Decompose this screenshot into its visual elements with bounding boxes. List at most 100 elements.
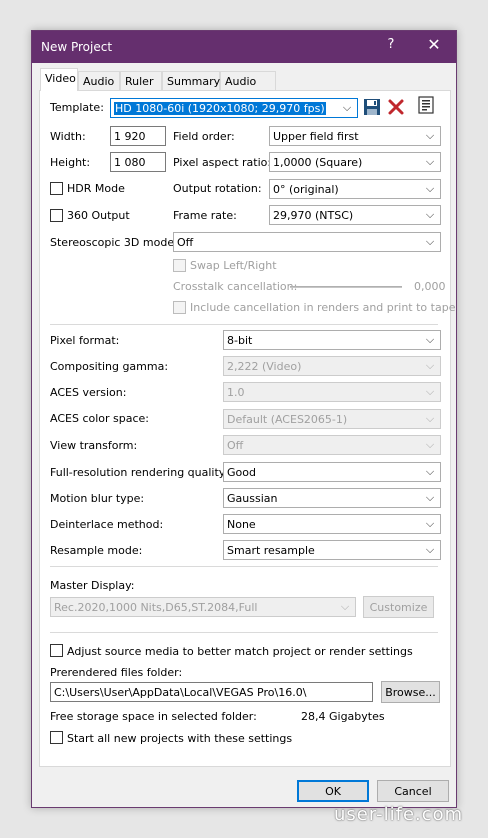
start-all-checkbox[interactable] (50, 731, 63, 744)
include-cancellation-checkbox[interactable] (173, 301, 186, 314)
window-title: New Project (41, 40, 113, 54)
frame-rate-label: Frame rate: (173, 209, 237, 222)
delete-template-button[interactable] (386, 97, 406, 117)
compositing-gamma-combo[interactable]: 2,222 (Video) ⌵ (223, 356, 441, 376)
aces-color-space-combo[interactable]: Default (ACES2065-1) ⌵ (223, 409, 441, 429)
frame-rate-value: 29,970 (NTSC) (273, 209, 354, 222)
field-order-combo[interactable]: Upper field first ⌵ (269, 126, 441, 146)
deinterlace-value: None (227, 518, 256, 531)
deinterlace-label: Deinterlace method: (50, 518, 164, 531)
height-input[interactable]: 1 080 (110, 152, 166, 172)
save-template-button[interactable] (362, 97, 382, 117)
master-display-value: Rec.2020,1000 Nits,D65,ST.2084,Full (54, 601, 258, 614)
compositing-gamma-value: 2,222 (Video) (227, 360, 302, 373)
width-label: Width: (50, 130, 86, 143)
adjust-source-label: Adjust source media to better match proj… (67, 645, 413, 658)
view-transform-label: View transform: (50, 439, 138, 452)
height-label: Height: (50, 156, 91, 169)
master-display-combo[interactable]: Rec.2020,1000 Nits,D65,ST.2084,Full ⌵ (50, 597, 356, 617)
stereo-3d-label: Stereoscopic 3D mode: (50, 236, 178, 249)
cancel-button[interactable]: Cancel (377, 780, 449, 802)
separator (50, 566, 438, 567)
chevron-down-icon: ⌵ (340, 600, 350, 613)
chevron-down-icon: ⌵ (342, 101, 352, 114)
full-res-quality-label: Full-resolution rendering quality: (50, 466, 229, 479)
separator (50, 324, 438, 325)
tab-ruler[interactable]: Ruler (120, 71, 162, 90)
chevron-down-icon: ⌵ (425, 182, 435, 195)
aces-version-label: ACES version: (50, 386, 127, 399)
chevron-down-icon: ⌵ (425, 208, 435, 221)
watermark-text: user-life.com (334, 804, 464, 825)
hdr-mode-label: HDR Mode (67, 182, 125, 195)
crosstalk-slider[interactable] (290, 286, 402, 288)
output-rotation-combo[interactable]: 0° (original) ⌵ (269, 179, 441, 199)
output-rotation-value: 0° (original) (273, 183, 339, 196)
tab-video[interactable]: Video (40, 68, 78, 91)
separator (50, 632, 438, 633)
tab-audio[interactable]: Audio (78, 71, 120, 90)
chevron-down-icon: ⌵ (425, 517, 435, 530)
pixel-aspect-label: Pixel aspect ratio: (173, 156, 272, 169)
adjust-source-checkbox[interactable] (50, 644, 63, 657)
output-rotation-label: Output rotation: (173, 182, 262, 195)
pixel-aspect-combo[interactable]: 1,0000 (Square) ⌵ (269, 152, 441, 172)
browse-button[interactable]: Browse... (381, 681, 440, 703)
field-order-label: Field order: (173, 130, 235, 143)
customize-button[interactable]: Customize (363, 596, 434, 618)
width-input[interactable]: 1 920 (110, 126, 166, 146)
compositing-gamma-label: Compositing gamma: (50, 360, 169, 373)
crosstalk-value: 0,000 (414, 280, 446, 293)
chevron-down-icon: ⌵ (425, 543, 435, 556)
close-button[interactable]: ✕ (426, 35, 442, 55)
chevron-down-icon: ⌵ (425, 412, 435, 425)
prerendered-folder-input[interactable]: C:\Users\User\AppData\Local\VEGAS Pro\16… (50, 682, 373, 702)
template-value: HD 1080-60i (1920x1080; 29,970 fps) (114, 102, 326, 115)
prerendered-folder-label: Prerendered files folder: (50, 666, 183, 679)
pixel-aspect-value: 1,0000 (Square) (273, 156, 363, 169)
resample-combo[interactable]: Smart resample ⌵ (223, 540, 441, 560)
aces-version-combo[interactable]: 1.0 ⌵ (223, 382, 441, 402)
motion-blur-label: Motion blur type: (50, 492, 145, 505)
motion-blur-combo[interactable]: Gaussian ⌵ (223, 488, 441, 508)
view-transform-value: Off (227, 439, 244, 452)
free-storage-value: 28,4 Gigabytes (301, 710, 385, 723)
view-transform-combo[interactable]: Off ⌵ (223, 435, 441, 455)
hdr-mode-checkbox[interactable] (50, 182, 63, 195)
stereo-3d-value: Off (177, 236, 194, 249)
template-properties-button[interactable] (416, 95, 436, 115)
output-360-checkbox[interactable] (50, 209, 63, 222)
pixel-format-label: Pixel format: (50, 334, 120, 347)
tab-summary[interactable]: Summary (162, 71, 220, 90)
full-res-quality-combo[interactable]: Good ⌵ (223, 462, 441, 482)
chevron-down-icon: ⌵ (425, 385, 435, 398)
resample-label: Resample mode: (50, 544, 143, 557)
chevron-down-icon: ⌵ (425, 235, 435, 248)
full-res-quality-value: Good (227, 466, 256, 479)
free-storage-label: Free storage space in selected folder: (50, 710, 257, 723)
crosstalk-label: Crosstalk cancellation: (173, 280, 298, 293)
chevron-down-icon: ⌵ (425, 465, 435, 478)
chevron-down-icon: ⌵ (425, 438, 435, 451)
title-bar[interactable]: New Project ? ✕ (32, 31, 456, 63)
template-label: Template: (50, 101, 104, 114)
swap-left-right-label: Swap Left/Right (190, 259, 277, 272)
help-button[interactable]: ? (384, 37, 398, 55)
deinterlace-combo[interactable]: None ⌵ (223, 514, 441, 534)
chevron-down-icon: ⌵ (425, 333, 435, 346)
master-display-label: Master Display: (50, 579, 135, 592)
ok-button[interactable]: OK (297, 780, 369, 802)
tab-audio-cd[interactable]: Audio CD (220, 71, 276, 101)
chevron-down-icon: ⌵ (425, 155, 435, 168)
aces-color-space-value: Default (ACES2065-1) (227, 413, 348, 426)
aces-color-space-label: ACES color space: (50, 412, 149, 425)
start-all-label: Start all new projects with these settin… (67, 732, 293, 745)
chevron-down-icon: ⌵ (425, 129, 435, 142)
stereo-3d-combo[interactable]: Off ⌵ (173, 232, 441, 252)
template-combo[interactable]: HD 1080-60i (1920x1080; 29,970 fps) ⌵ (110, 98, 358, 118)
pixel-format-combo[interactable]: 8-bit ⌵ (223, 330, 441, 350)
swap-left-right-checkbox[interactable] (173, 259, 186, 272)
pixel-format-value: 8-bit (227, 334, 253, 347)
chevron-down-icon: ⌵ (425, 491, 435, 504)
frame-rate-combo[interactable]: 29,970 (NTSC) ⌵ (269, 205, 441, 225)
